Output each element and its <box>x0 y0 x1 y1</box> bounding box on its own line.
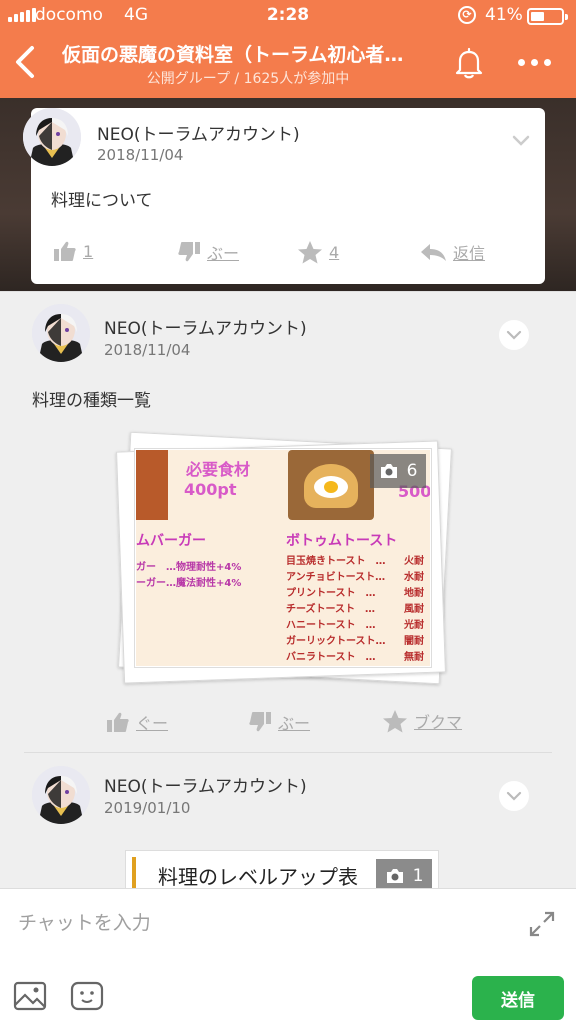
sticker-icon[interactable] <box>70 981 104 1011</box>
more-menu-icon[interactable] <box>514 52 554 72</box>
toast-effect: 火耐 <box>404 556 424 567</box>
points-label: 400pt <box>184 480 237 499</box>
bookmark-label: ブクマ <box>414 713 463 732</box>
chat-input[interactable] <box>18 905 488 941</box>
boo-button[interactable]: ぶー <box>248 710 310 734</box>
star-icon <box>383 710 407 733</box>
divider <box>24 752 552 753</box>
bookmark-button[interactable]: ブクマ <box>382 709 462 733</box>
toast-line: プリントースト … <box>286 588 376 599</box>
like-button[interactable]: 1 <box>53 240 93 262</box>
required-ingredients-label: 必要食材 <box>186 460 251 479</box>
group-subtitle: 公開グループ / 1625人が参加中 <box>146 71 350 87</box>
thumbs-down-icon <box>249 712 271 732</box>
reply-arrow-icon <box>421 244 446 261</box>
photo-count-badge: 1 <box>376 859 432 889</box>
star-icon <box>298 241 322 264</box>
post-text: 料理の種類一覧 <box>32 391 151 411</box>
avatar[interactable] <box>23 108 81 166</box>
toast-line: ガーリックトースト… <box>286 636 386 647</box>
photo-title: 料理のレベルアップ表 <box>158 865 358 889</box>
photo-count: 6 <box>406 461 418 481</box>
toast-effect: 風耐 <box>404 604 424 615</box>
chat-composer: 送信 <box>0 888 576 1024</box>
post-menu-button[interactable] <box>499 320 529 350</box>
post-author[interactable]: NEO(トーラムアカウント) <box>97 120 300 145</box>
burger-thumbnail <box>136 450 168 520</box>
post-menu-button[interactable] <box>499 781 529 811</box>
thumbs-down-icon <box>178 242 200 262</box>
camera-icon <box>380 464 397 478</box>
toast-line: バニラトースト … <box>286 652 376 663</box>
toast-line: チーズトースト … <box>286 604 375 615</box>
thumbs-up-icon <box>54 241 76 261</box>
bell-icon[interactable] <box>452 46 486 80</box>
burger-line: ーガー…魔法耐性+4% <box>136 578 242 589</box>
toast-line: アンチョビトースト… <box>286 572 386 583</box>
reply-label: 返信 <box>453 244 486 263</box>
group-title[interactable]: 仮面の悪魔の資料室（トーラム初心者… <box>62 40 434 67</box>
chevron-down-icon[interactable] <box>511 134 531 148</box>
camera-icon <box>386 869 403 883</box>
toast-effect: 水耐 <box>404 572 424 583</box>
photo-count: 1 <box>412 866 424 886</box>
toast-line: ハニートースト … <box>286 620 376 631</box>
post-author[interactable]: NEO(トーラムアカウント) <box>104 772 307 797</box>
avatar[interactable] <box>32 766 90 824</box>
like-button[interactable]: ぐー <box>106 710 168 734</box>
toast-effect: 無耐 <box>404 652 424 663</box>
chevron-down-icon <box>506 791 522 801</box>
level-table-photo[interactable]: 料理のレベルアップ表 1 <box>125 850 439 890</box>
avatar[interactable] <box>32 304 90 362</box>
rotation-lock-icon: ⟳ <box>458 6 476 24</box>
toast-thumbnail <box>288 450 374 520</box>
post-date: 2018/11/04 <box>104 341 191 359</box>
like-label: ぐー <box>136 714 169 733</box>
top-bar: docomo 4G 2:28 ⟳ 41% 仮面の悪魔の資料室（トーラム初心者… … <box>0 0 576 98</box>
send-button[interactable]: 送信 <box>472 976 564 1020</box>
boo-label: ぶー <box>207 244 240 263</box>
toast-effect: 地耐 <box>404 588 424 599</box>
divider <box>0 291 576 292</box>
post-date: 2019/01/10 <box>104 799 191 817</box>
post-text: 料理について <box>51 191 153 211</box>
photo-stack[interactable]: 必要食材 400pt 500 ムバーガー ボトゥムトースト ガー …物理耐性+4… <box>116 431 452 685</box>
boo-button[interactable]: ぶー <box>177 240 239 264</box>
star-button[interactable]: 4 <box>297 240 339 264</box>
recipe-photo[interactable]: 必要食材 400pt 500 ムバーガー ボトゥムトースト ガー …物理耐性+4… <box>134 448 432 668</box>
battery-percent: 41% <box>485 5 523 25</box>
boo-label: ぶー <box>278 714 311 733</box>
post-author[interactable]: NEO(トーラムアカウント) <box>104 314 307 339</box>
reply-button[interactable]: 返信 <box>419 240 485 264</box>
photo-count-badge: 6 <box>370 454 426 488</box>
pinned-post-card[interactable]: NEO(トーラムアカウント) 2018/11/04 料理について 1 ぶー 4 … <box>23 108 545 284</box>
thumbs-up-icon <box>107 712 129 732</box>
burger-line: ガー …物理耐性+4% <box>136 562 242 573</box>
post-date: 2018/11/04 <box>97 146 184 164</box>
toast-line: 目玉焼きトースト … <box>286 556 386 567</box>
star-count: 4 <box>329 242 340 262</box>
chevron-down-icon <box>506 330 522 340</box>
battery-icon <box>527 8 568 25</box>
toast-effect: 闇耐 <box>404 636 424 647</box>
toast-effect: 光耐 <box>404 620 424 631</box>
expand-icon[interactable] <box>527 909 557 939</box>
status-bar: docomo 4G 2:28 ⟳ 41% <box>0 0 576 32</box>
back-arrow-icon[interactable] <box>10 44 40 80</box>
burger-heading: ムバーガー <box>136 533 206 549</box>
image-icon[interactable] <box>13 981 47 1011</box>
toast-heading: ボトゥムトースト <box>286 533 398 549</box>
like-count: 1 <box>83 241 94 261</box>
